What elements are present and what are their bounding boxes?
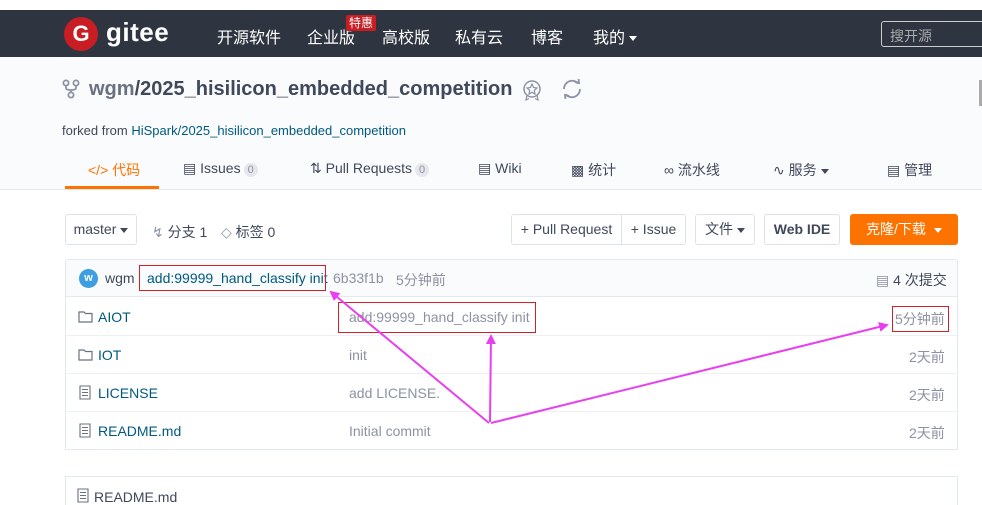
pulls-count-badge: 0 [415,163,430,177]
search-placeholder: 搜开源 [890,28,932,44]
nav-blog[interactable]: 博客 [531,24,563,48]
tags-label: 标签 0 [235,224,276,240]
tab-code-label: 代码 [112,162,141,178]
branches-link[interactable]: ↯ 分支 1 [152,222,207,242]
tab-active-indicator [65,186,159,189]
tab-pipeline[interactable]: ∞ 流水线 [664,160,720,180]
tab-pulls-label: Pull Requests [325,160,413,176]
fork-icon [62,79,80,99]
folder-icon [78,349,93,361]
brand-name[interactable]: gitee [106,17,169,48]
tag-icon: ◇ [221,224,232,240]
tab-services[interactable]: ∿ 服务 [773,160,829,180]
row-divider [66,411,957,412]
recommend-badge-icon[interactable] [521,79,543,101]
commits-icon: ▤ [876,272,890,288]
file-name-link[interactable]: AIOT [98,309,131,325]
branch-select-label: master [73,221,117,237]
annotation-box [139,265,326,291]
tab-pipeline-label: 流水线 [677,162,720,178]
file-commit-time: 2天前 [909,349,945,365]
tab-manage[interactable]: ▤ 管理 [887,160,932,180]
file-icon [77,488,89,503]
clone-download-button[interactable]: 克隆/下载 [850,214,958,245]
file-icon [79,423,91,438]
row-divider [66,335,957,336]
file-menu-label: 文件 [705,221,733,237]
tab-issues-label: Issues [200,160,241,176]
tab-code[interactable]: </> 代码 [88,160,140,180]
forked-from: forked from HiSpark/2025_hisilicon_embed… [62,123,406,138]
commits-count-link[interactable]: ▤ 4 次提交 [876,270,947,290]
file-menu-button[interactable]: 文件 [695,214,755,245]
file-commit-message[interactable]: init [349,347,367,363]
issues-icon: ▤ [183,160,197,176]
branch-select[interactable]: master [65,214,137,245]
tab-stats-label: 统计 [588,162,617,178]
chevron-down-icon [933,227,942,233]
hot-badge: 特惠 [346,15,377,31]
file-icon [79,385,91,400]
bar-chart-icon: ▩ [571,162,585,178]
tab-issues[interactable]: ▤ Issues 0 [183,160,258,177]
logo-letter: G [72,21,90,46]
gitee-logo-icon[interactable]: G [64,17,98,51]
commit-sha[interactable]: 6b33f1b [333,270,384,286]
sync-icon[interactable] [560,77,584,101]
file-commit-message[interactable]: Initial commit [349,423,431,439]
file-commit-time: 2天前 [909,425,945,441]
readme-title: README.md [94,489,178,505]
pipeline-icon: ∞ [664,162,674,178]
avatar[interactable]: w [79,269,98,288]
code-icon: </> [88,162,109,178]
commit-time: 5分钟前 [396,272,446,288]
readme-panel [65,476,958,505]
tab-stats[interactable]: ▩ 统计 [571,160,616,180]
repo-title[interactable]: wgm/2025_hisilicon_embedded_competition [89,78,512,101]
branch-icon: ↯ [152,224,164,240]
settings-doc-icon: ▤ [887,162,901,178]
nav-open-source[interactable]: 开源软件 [217,24,281,48]
issues-count-badge: 0 [243,163,258,177]
tab-pull-requests[interactable]: ⇅ Pull Requests 0 [310,160,430,177]
branches-label: 分支 1 [167,224,208,240]
nav-mine-label: 我的 [593,30,626,47]
tab-wiki[interactable]: ▤ Wiki [478,160,522,177]
nav-mine[interactable]: 我的 [593,24,638,48]
file-name-link[interactable]: README.md [98,423,181,439]
annotation-box [338,302,536,333]
repo-name[interactable]: 2025_hisilicon_embedded_competition [140,78,512,100]
chevron-down-icon [629,36,638,42]
commits-count-label: 4 次提交 [893,272,947,288]
chevron-down-icon [737,227,745,233]
pulse-icon: ∿ [773,162,785,178]
chevron-down-icon [820,168,829,174]
file-commit-time: 2天前 [909,387,945,403]
forked-source-link[interactable]: HiSpark/2025_hisilicon_embedded_competit… [131,123,406,138]
tab-manage-label: 管理 [904,162,933,178]
web-ide-button[interactable]: Web IDE [764,214,840,245]
tab-wiki-label: Wiki [495,160,522,176]
file-name-link[interactable]: IOT [98,347,121,363]
forked-prefix: forked from [62,123,132,138]
repo-owner[interactable]: wgm [89,78,135,100]
annotation-box [892,306,949,332]
chevron-down-icon [120,227,129,233]
new-issue-button[interactable]: + Issue [621,214,686,245]
clone-download-label: 克隆/下载 [866,221,926,237]
nav-private-cloud[interactable]: 私有云 [455,24,503,48]
row-divider [66,373,957,374]
new-pull-request-button[interactable]: + Pull Request [511,214,622,245]
file-name-link[interactable]: LICENSE [98,385,158,401]
book-icon: ▤ [478,160,492,176]
folder-icon [78,311,93,323]
commit-author[interactable]: wgm [105,270,135,286]
file-commit-message[interactable]: add LICENSE. [349,385,440,401]
pull-request-icon: ⇅ [310,160,322,176]
tags-link[interactable]: ◇ 标签 0 [221,222,275,242]
nav-university[interactable]: 高校版 [382,24,430,48]
top-strip [0,0,982,10]
tab-services-label: 服务 [788,162,817,178]
